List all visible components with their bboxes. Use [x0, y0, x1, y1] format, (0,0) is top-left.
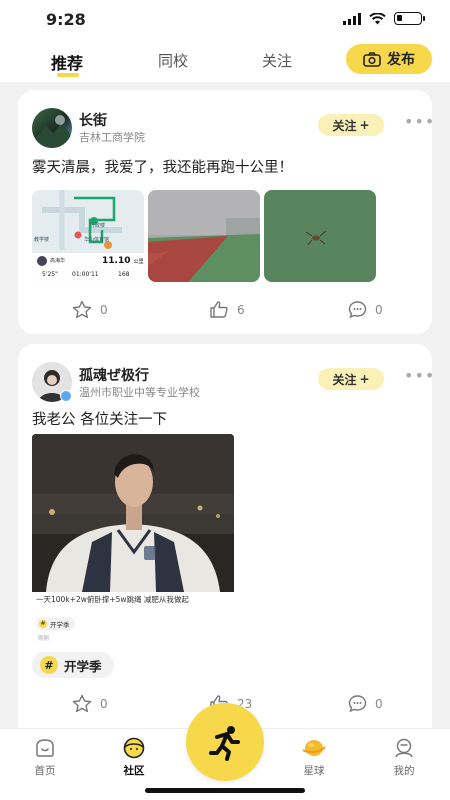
- username[interactable]: 孤魂ぜ极行: [79, 365, 149, 385]
- comment-icon: [348, 301, 367, 319]
- map-place-admin: 行政楼: [90, 223, 106, 229]
- follow-button[interactable]: 关注 +: [318, 368, 384, 390]
- comment-icon: [348, 695, 367, 713]
- school-name: 吉林工商学院: [79, 131, 145, 144]
- nav-home-label: 首页: [34, 765, 56, 777]
- foggy-track-photo[interactable]: [148, 190, 260, 282]
- tab-active-indicator: [57, 73, 79, 77]
- comment-action[interactable]: 0: [348, 694, 383, 713]
- tab-recommend[interactable]: 推荐: [51, 50, 83, 74]
- hashtag-icon: #: [40, 656, 58, 674]
- status-time: 9:28: [46, 10, 86, 29]
- home-indicator: [145, 788, 305, 793]
- username[interactable]: 长街: [79, 110, 107, 130]
- run-pace: 5'25": [42, 271, 58, 278]
- nav-home[interactable]: 首页: [15, 737, 75, 778]
- favorite-action[interactable]: 0: [72, 300, 108, 319]
- more-icon[interactable]: •••: [404, 366, 435, 385]
- topic-tag[interactable]: # 开学季: [32, 652, 114, 678]
- signal-icon: [343, 12, 361, 25]
- shared-post-image[interactable]: 一天100k+2w俯卧撑+5w跳绳 减肥从我做起 # 开学季 刚刚: [32, 434, 234, 646]
- follow-label: 关注: [332, 372, 357, 387]
- nav-community[interactable]: 社区: [104, 737, 164, 778]
- star-icon: [72, 300, 92, 319]
- battery-icon: [394, 12, 425, 25]
- comment-count: 0: [375, 696, 383, 711]
- post-text: 雾天清晨，我爱了，我还能再跑十公里！: [32, 160, 293, 176]
- map-place-teaching: 教学楼: [34, 237, 50, 243]
- post-text: 我老公 各位关注一下: [32, 412, 168, 428]
- shared-post-tag: # 开学季: [36, 617, 75, 630]
- map-place-gym: 华山体育馆: [84, 237, 110, 243]
- tab-following[interactable]: 关注: [262, 50, 292, 71]
- school-name: 温州市职业中等专业学校: [79, 386, 200, 399]
- plus-icon: +: [359, 118, 370, 132]
- home-icon: [36, 739, 54, 757]
- nav-planet[interactable]: 星球: [284, 737, 344, 778]
- nav-planet-label: 星球: [303, 765, 325, 777]
- like-action[interactable]: 6: [209, 300, 245, 319]
- planet-icon: [302, 740, 326, 756]
- publish-label: 发布: [387, 52, 415, 68]
- topic-tag-label: 开学季: [64, 658, 102, 674]
- community-icon: [123, 737, 145, 759]
- start-run-button[interactable]: [186, 703, 264, 781]
- run-icon: [209, 726, 240, 761]
- post-card[interactable]: 孤魂ぜ极行 温州市职业中等专业学校 关注 + ••• 我老公 各位关注一下 一天…: [18, 344, 435, 730]
- verified-badge: [60, 390, 72, 402]
- feed[interactable]: 长街 吉林工商学院 关注 + ••• 雾天清晨，我爱了，我还能再跑十公里！ 行政楼…: [0, 82, 450, 730]
- comment-count: 0: [375, 302, 383, 317]
- insect-on-turf-photo[interactable]: [264, 190, 376, 282]
- camera-icon: [363, 51, 381, 67]
- plus-icon: +: [359, 372, 370, 386]
- more-icon[interactable]: •••: [404, 112, 435, 131]
- shared-post-time: 刚刚: [38, 636, 50, 642]
- run-distance: 11.10 公里: [102, 256, 144, 266]
- favorite-count: 0: [100, 302, 108, 317]
- favorite-count: 0: [100, 696, 108, 711]
- nav-community-label: 社区: [123, 765, 145, 777]
- comment-action[interactable]: 0: [348, 300, 383, 319]
- run-cadence: 168: [118, 271, 130, 278]
- hashtag-icon: #: [39, 619, 47, 628]
- post-card[interactable]: 长街 吉林工商学院 关注 + ••• 雾天清晨，我爱了，我还能再跑十公里！ 行政楼…: [18, 90, 435, 334]
- follow-button[interactable]: 关注 +: [318, 114, 384, 136]
- status-icons: [343, 12, 425, 25]
- star-icon: [72, 694, 92, 713]
- status-bar: 9:28: [0, 0, 450, 40]
- avatar[interactable]: [32, 108, 72, 148]
- runner-avatar: [37, 256, 47, 266]
- runner-name: 高海华: [50, 258, 66, 264]
- thumbs-up-icon: [210, 301, 228, 318]
- like-count: 6: [237, 302, 245, 317]
- top-nav: 推荐 同校 关注 发布: [0, 40, 450, 82]
- favorite-action[interactable]: 0: [72, 694, 108, 713]
- nav-profile[interactable]: 我的: [374, 737, 434, 778]
- wifi-icon: [369, 12, 386, 24]
- nav-profile-label: 我的: [393, 765, 415, 777]
- tab-same-school[interactable]: 同校: [158, 50, 188, 71]
- follow-label: 关注: [332, 118, 357, 133]
- run-duration: 01:00'11: [72, 271, 99, 278]
- shared-post-caption: 一天100k+2w俯卧撑+5w跳绳 减肥从我做起: [36, 595, 189, 604]
- publish-button[interactable]: 发布: [346, 44, 432, 74]
- profile-icon: [395, 738, 413, 758]
- run-map-image[interactable]: 行政楼 华山体育馆 教学楼 高海华 11.10 公里 5'25" 01:00'1…: [32, 190, 144, 282]
